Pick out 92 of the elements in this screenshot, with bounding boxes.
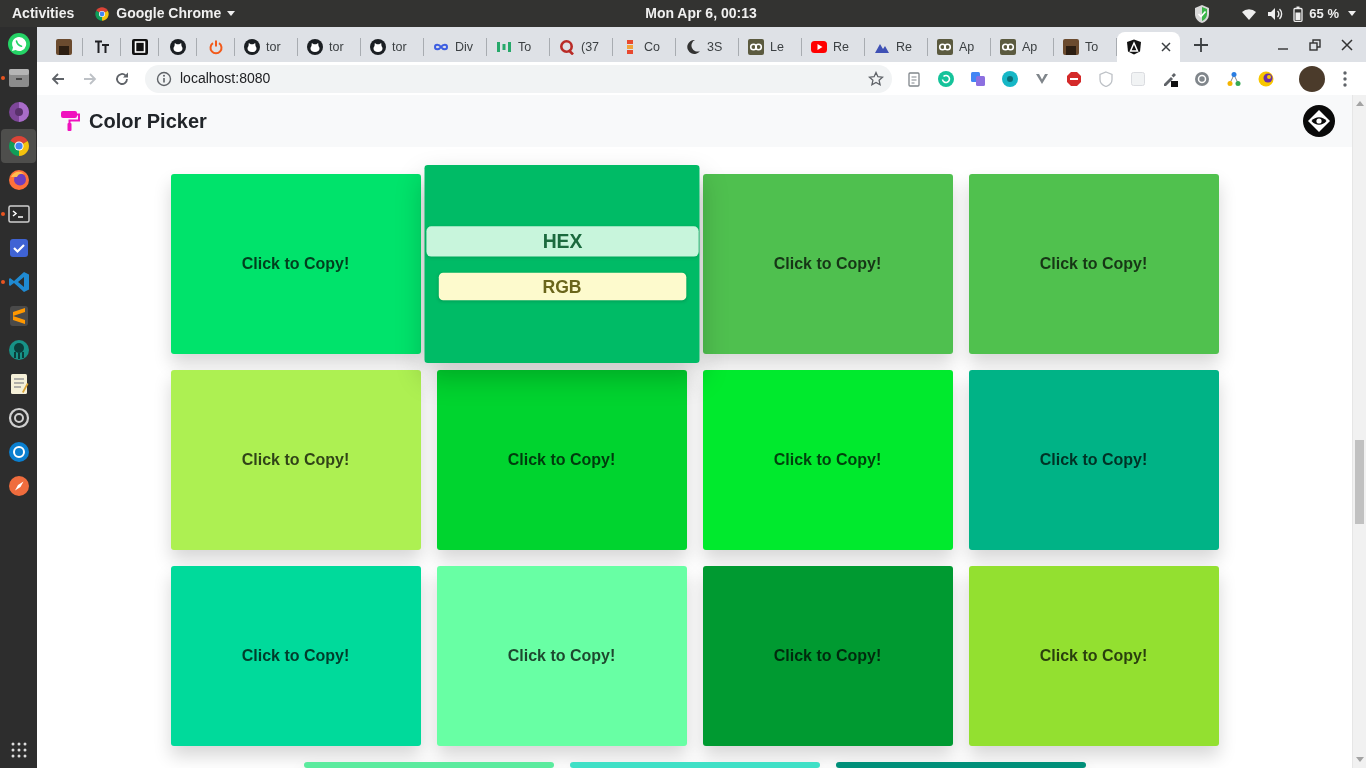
ring-icon[interactable] (1194, 70, 1210, 87)
tricolor-circle-icon (6, 134, 31, 158)
star-icon[interactable] (868, 70, 884, 87)
activities-button[interactable]: Activities (12, 3, 75, 24)
flame-orb-icon (6, 168, 31, 192)
typography-icon (94, 39, 110, 55)
color-card[interactable]: Click to Copy! (702, 370, 953, 550)
close-icon[interactable] (1161, 42, 1171, 52)
avatar-icon[interactable] (1299, 65, 1325, 92)
double-ring-tile-icon (1000, 39, 1016, 55)
caret-icon[interactable] (1348, 11, 1356, 16)
color-card[interactable] (569, 762, 820, 768)
color-card[interactable]: Click to Copy! (702, 174, 953, 354)
color-card[interactable] (835, 762, 1086, 768)
ribbon-icon (6, 270, 31, 294)
ring-tail-icon (559, 39, 575, 55)
plus-icon[interactable] (1194, 37, 1208, 52)
copy-hint-text: Click to Copy! (773, 254, 882, 274)
wifi-icon[interactable] (1241, 6, 1258, 21)
shield-check-icon[interactable] (1193, 3, 1212, 24)
play-button-icon (811, 39, 827, 55)
battery-icon[interactable] (1293, 5, 1304, 22)
close-icon[interactable] (1340, 37, 1354, 52)
copy-hint-text: Click to Copy! (1039, 450, 1148, 470)
app-menu-button[interactable]: Google Chrome (94, 3, 236, 24)
kebab-menu-icon[interactable] (1343, 70, 1347, 87)
speaker-icon[interactable] (1267, 6, 1284, 21)
overlapping-tiles-icon[interactable] (970, 70, 986, 87)
copy-hint-text: Click to Copy! (1039, 646, 1148, 666)
copy-hint-text: Click to Copy! (241, 254, 350, 274)
eye-icon[interactable] (1303, 105, 1335, 137)
image-tile-icon (56, 39, 72, 55)
chat-bubble-icon (6, 32, 31, 56)
clock-text[interactable]: Mon Apr 6, 00:13 (645, 3, 757, 24)
square-logo-icon (132, 39, 148, 55)
crescent-icon (685, 39, 701, 55)
restore-icon[interactable] (1308, 37, 1322, 52)
browser-tab[interactable] (1117, 32, 1180, 62)
cat-face-icon (307, 39, 323, 55)
stop-sign-icon[interactable] (1066, 70, 1082, 87)
app-grid-icon[interactable] (10, 742, 27, 758)
eyedropper-icon[interactable] (1162, 70, 1178, 87)
copy-hint-text: Click to Copy! (1039, 254, 1148, 274)
back-arrow-icon[interactable] (50, 70, 66, 87)
disc-icon (6, 440, 31, 464)
battery-text[interactable]: 65 % (1309, 3, 1339, 24)
disc-icon[interactable] (1002, 70, 1018, 87)
address-field[interactable]: localhost:8080 (145, 64, 892, 93)
ring-icon (6, 406, 31, 430)
copy-hint-text: Click to Copy! (507, 646, 616, 666)
color-card[interactable] (303, 762, 554, 768)
copy-format-button[interactable]: HEX (425, 226, 698, 257)
copy-hint-text: Click to Copy! (241, 450, 350, 470)
emblem-icon (6, 338, 31, 362)
color-card[interactable]: Click to Copy! (170, 370, 421, 550)
compass-icon (6, 474, 31, 498)
cat-face-icon (170, 39, 186, 55)
info-icon[interactable] (156, 70, 172, 87)
reload-icon[interactable] (114, 70, 130, 87)
tricolor-circle-icon (94, 5, 111, 22)
color-card[interactable]: Click to Copy! (702, 566, 953, 746)
cat-face-icon (244, 39, 260, 55)
app-title[interactable]: Color Picker (89, 106, 207, 136)
orb-icon (6, 100, 31, 124)
color-card[interactable]: Click to Copy! (968, 370, 1219, 550)
copy-hint-text: Click to Copy! (773, 450, 882, 470)
double-ring-tile-icon (937, 39, 953, 55)
caret-icon (227, 11, 236, 16)
eclipse-icon[interactable] (1258, 70, 1274, 87)
power-icon (208, 39, 224, 55)
scrollbar-track[interactable] (1352, 95, 1366, 768)
scrollbar-thumb[interactable] (1355, 440, 1364, 524)
image-tile-icon (1063, 39, 1079, 55)
cat-face-icon (370, 39, 386, 55)
copy-hint-text: Click to Copy! (773, 646, 882, 666)
paint-roller-icon (60, 110, 80, 132)
color-card[interactable]: Click to Copy! (170, 566, 421, 746)
color-card[interactable]: Click to Copy! (170, 174, 421, 354)
node-tree-icon[interactable] (1226, 70, 1242, 87)
bars-icon (496, 39, 512, 55)
copy-hint-text: Click to Copy! (241, 646, 350, 666)
color-card[interactable]: Click to Copy! (436, 566, 687, 746)
file-cabinet-icon (6, 66, 31, 90)
copy-format-button[interactable]: RGB (437, 272, 686, 301)
terminal-icon (6, 202, 31, 226)
color-card[interactable]: Click to Copy! (968, 566, 1219, 746)
double-ring-tile-icon (748, 39, 764, 55)
color-card[interactable]: HEX RGB (424, 165, 699, 363)
color-card[interactable]: Click to Copy! (968, 174, 1219, 354)
copy-hint-text: Click to Copy! (507, 450, 616, 470)
color-card[interactable]: Click to Copy! (436, 370, 687, 550)
shield-icon (1126, 39, 1142, 55)
